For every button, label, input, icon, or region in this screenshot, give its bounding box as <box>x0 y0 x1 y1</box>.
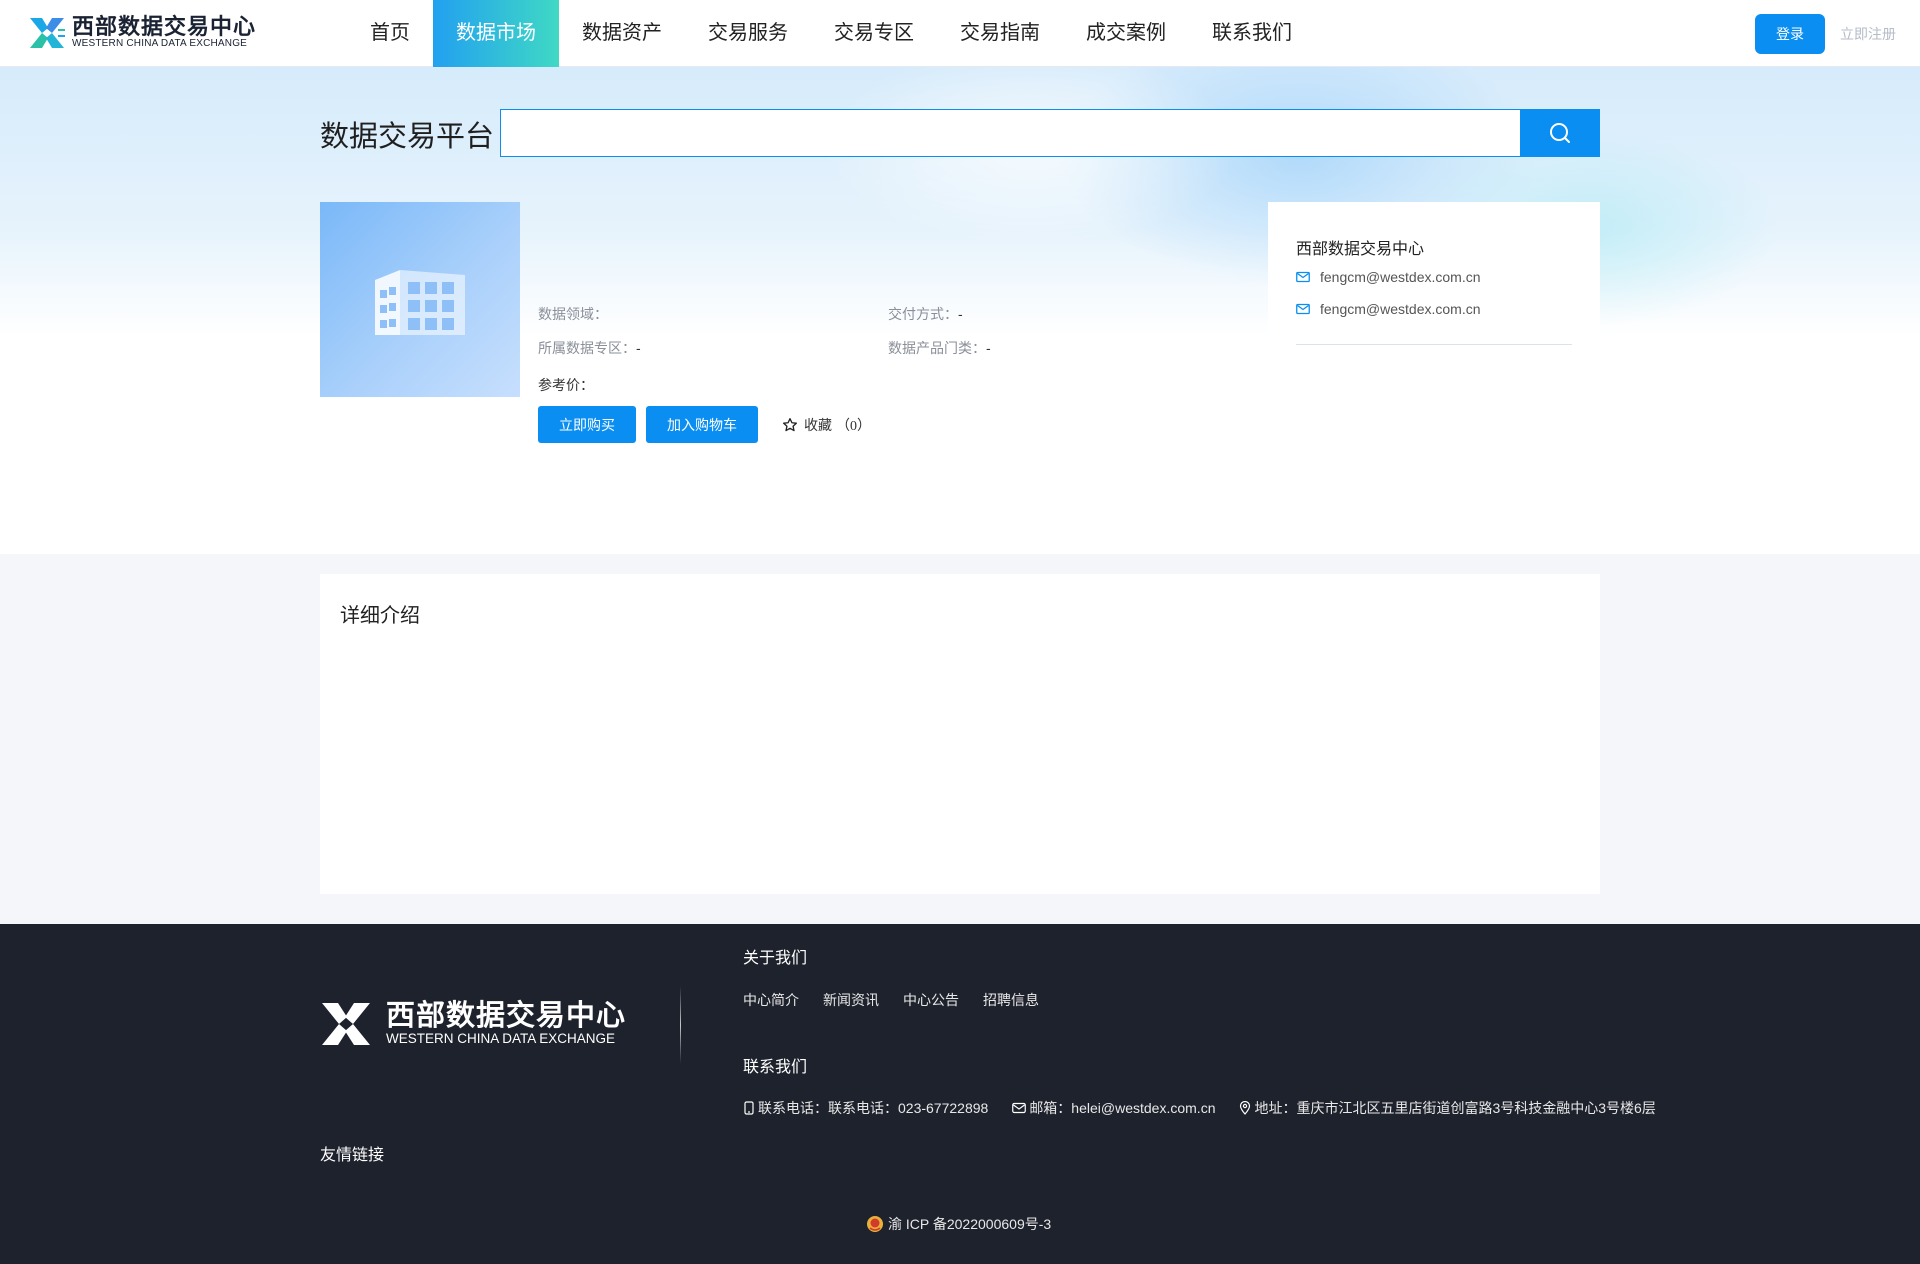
footer-about-links: 中心简介 新闻资讯 中心公告 招聘信息 <box>743 990 1063 1010</box>
main-nav: 首页 数据市场 数据资产 交易服务 交易专区 交易指南 成交案例 联系我们 <box>347 0 1315 67</box>
logo-name-cn: 西部数据交易中心 <box>72 14 257 39</box>
mail-icon <box>1296 303 1310 315</box>
nav-cases[interactable]: 成交案例 <box>1063 0 1189 67</box>
favorite-count: （0） <box>836 419 871 434</box>
police-badge-icon <box>867 1216 883 1232</box>
nav-contact[interactable]: 联系我们 <box>1189 0 1315 67</box>
nav-trade-zone[interactable]: 交易专区 <box>811 0 937 67</box>
field-data-domain: 数据领域： <box>538 306 608 322</box>
nav-home[interactable]: 首页 <box>347 0 433 67</box>
nav-trade-guide[interactable]: 交易指南 <box>937 0 1063 67</box>
footer-link-jobs[interactable]: 招聘信息 <box>983 990 1039 1010</box>
site-logo[interactable]: 西部数据交易中心 WESTERN CHINA DATA EXCHANGE <box>28 16 256 50</box>
logo-mark-icon <box>322 1003 370 1045</box>
field-delivery-method: 交付方式：- <box>888 306 963 322</box>
provider-email: fengcm@westdex.com.cn <box>1320 269 1481 285</box>
register-link[interactable]: 立即注册 <box>1840 24 1896 44</box>
field-data-zone: 所属数据专区：- <box>538 340 641 356</box>
footer-link-news[interactable]: 新闻资讯 <box>823 990 879 1010</box>
product-image <box>320 202 520 397</box>
footer-phone: 联系电话：联系电话：023-67722898 <box>743 1098 988 1118</box>
site-footer: 西部数据交易中心 WESTERN CHINA DATA EXCHANGE 关于我… <box>0 924 1920 1264</box>
star-icon <box>783 418 797 432</box>
product-hero: 数据交易平台 数据领域： 交付方式：- 所属数据专区：- 数据产品门类：- 参考… <box>0 67 1920 554</box>
logo-mark-icon <box>30 18 65 48</box>
add-to-cart-button[interactable]: 加入购物车 <box>646 406 758 443</box>
provider-email-row: fengcm@westdex.com.cn <box>1296 269 1481 285</box>
provider-email: fengcm@westdex.com.cn <box>1320 301 1481 317</box>
field-product-category: 数据产品门类：- <box>888 340 991 356</box>
building-icon <box>375 269 465 335</box>
footer-contact-title: 联系我们 <box>743 1059 808 1076</box>
footer-address: 地址：重庆市江北区五里店街道创富路3号科技金融中心3号楼6层 <box>1239 1098 1656 1118</box>
reference-price-label: 参考价： <box>538 377 594 393</box>
platform-title: 数据交易平台 <box>320 121 495 153</box>
provider-name: 西部数据交易中心 <box>1296 241 1425 258</box>
provider-divider <box>1296 344 1572 345</box>
provider-email-row: fengcm@westdex.com.cn <box>1296 301 1481 317</box>
footer-divider <box>680 986 681 1064</box>
detail-title: 详细介绍 <box>340 605 420 627</box>
login-button[interactable]: 登录 <box>1755 14 1825 54</box>
footer-link-notices[interactable]: 中心公告 <box>903 990 959 1010</box>
buy-now-button[interactable]: 立即购买 <box>538 406 636 443</box>
location-icon <box>1240 1101 1251 1115</box>
search-input[interactable] <box>500 109 1522 157</box>
footer-link-intro[interactable]: 中心简介 <box>743 990 799 1010</box>
nav-data-market[interactable]: 数据市场 <box>433 0 559 67</box>
top-header: 西部数据交易中心 WESTERN CHINA DATA EXCHANGE 首页 … <box>0 0 1920 67</box>
detail-section: 详细介绍 <box>320 574 1600 894</box>
footer-logo: 西部数据交易中心 WESTERN CHINA DATA EXCHANGE <box>320 1001 626 1047</box>
mail-icon <box>1012 1102 1027 1114</box>
nav-trade-services[interactable]: 交易服务 <box>685 0 811 67</box>
footer-friend-links-title: 友情链接 <box>320 1147 385 1164</box>
footer-email: 邮箱：helei@westdex.com.cn <box>1012 1098 1215 1118</box>
nav-data-assets[interactable]: 数据资产 <box>559 0 685 67</box>
favorite-label: 收藏 <box>804 417 832 433</box>
mail-icon <box>1296 271 1310 283</box>
logo-name-en: WESTERN CHINA DATA EXCHANGE <box>72 38 248 49</box>
search-button[interactable] <box>1520 109 1600 157</box>
footer-icp[interactable]: 渝 ICP 备2022000609号-3 <box>866 1214 1051 1234</box>
footer-contact-info: 联系电话：联系电话：023-67722898 邮箱：helei@westdex.… <box>743 1098 1680 1118</box>
footer-logo-en: WESTERN CHINA DATA EXCHANGE <box>386 1031 616 1046</box>
provider-card: 西部数据交易中心 fengcm@westdex.com.cn fengcm@we… <box>1268 202 1600 452</box>
favorite-button[interactable]: 收藏 （0） <box>782 415 871 435</box>
phone-icon <box>744 1101 754 1115</box>
search-icon <box>1550 123 1570 143</box>
footer-about-title: 关于我们 <box>743 950 808 967</box>
footer-logo-cn: 西部数据交易中心 <box>386 1000 627 1032</box>
